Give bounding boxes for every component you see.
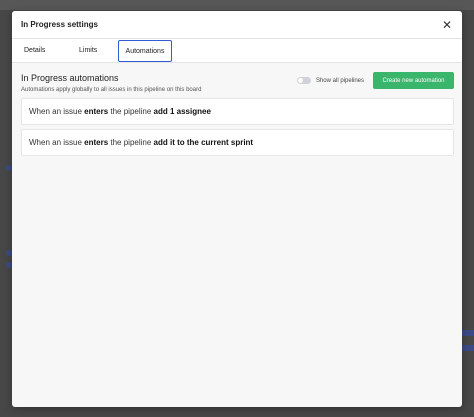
rule-middle: the pipeline	[108, 138, 154, 147]
show-all-pipelines-label: Show all pipelines	[315, 77, 364, 84]
settings-modal: In Progress settings ✕ Details Limits Au…	[12, 11, 462, 407]
modal-title: In Progress settings	[21, 20, 98, 29]
rule-action: add 1 assignee	[153, 107, 211, 116]
backdrop-marker	[462, 330, 474, 336]
rule-event: enters	[84, 107, 109, 116]
automation-rule[interactable]: When an issue enters the pipeline add 1 …	[21, 98, 454, 125]
rule-prefix: When an issue	[29, 107, 85, 116]
rule-prefix: When an issue	[29, 138, 85, 147]
tab-bar: Details Limits Automations	[12, 39, 462, 63]
automations-subtitle: Automations apply globally to all issues…	[21, 87, 202, 93]
show-all-pipelines-toggle[interactable]	[296, 77, 311, 84]
rule-action: add it to the current sprint	[153, 138, 254, 147]
backdrop-marker	[462, 345, 474, 351]
tab-details[interactable]: Details	[12, 39, 66, 62]
automations-panel: In Progress automations Automations appl…	[12, 63, 462, 156]
automations-header: In Progress automations Automations appl…	[21, 72, 454, 93]
create-automation-button[interactable]: Create new automation	[373, 72, 454, 89]
automations-title: In Progress automations	[21, 73, 119, 83]
close-icon[interactable]: ✕	[442, 19, 452, 31]
toggle-knob	[297, 78, 303, 83]
tab-automations[interactable]: Automations	[118, 40, 172, 62]
automation-rule[interactable]: When an issue enters the pipeline add it…	[21, 129, 454, 156]
rule-middle: the pipeline	[108, 107, 154, 116]
backdrop-header	[0, 0, 474, 10]
rule-event: enters	[84, 138, 109, 147]
automations-controls: Show all pipelines Create new automation	[296, 72, 454, 89]
modal-header: In Progress settings ✕	[12, 11, 462, 39]
automation-rule-list: When an issue enters the pipeline add 1 …	[21, 98, 454, 156]
automations-heading-group: In Progress automations Automations appl…	[21, 72, 201, 93]
tab-limits[interactable]: Limits	[66, 39, 118, 62]
